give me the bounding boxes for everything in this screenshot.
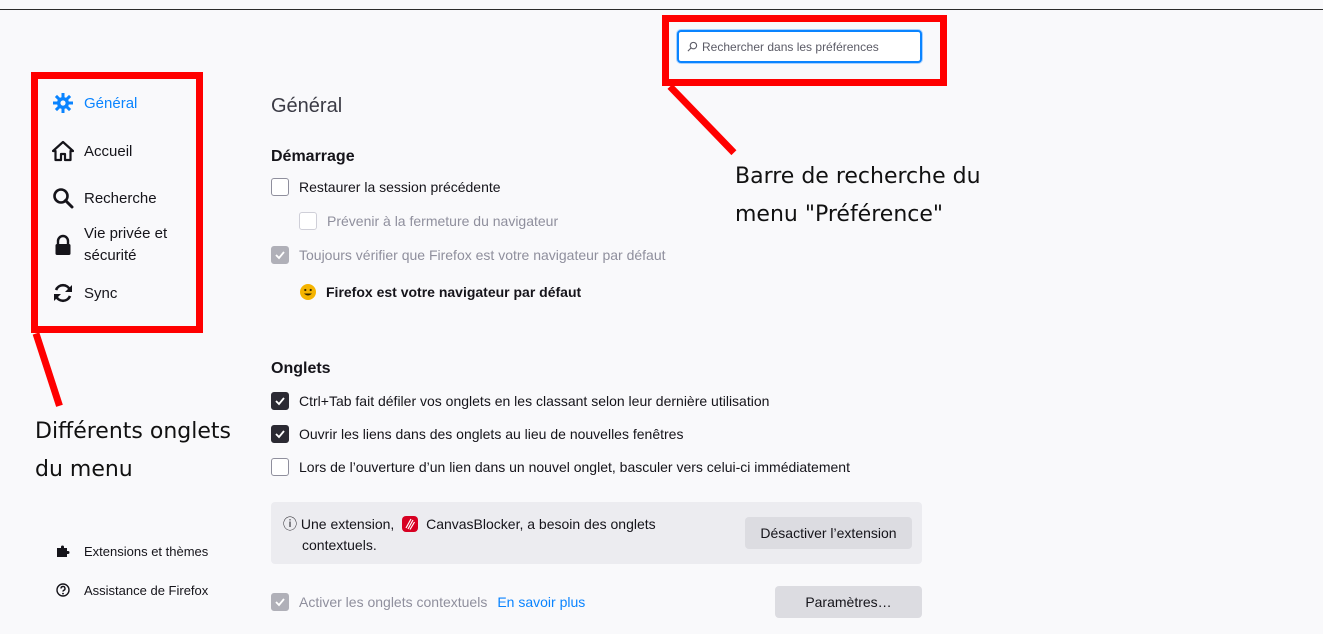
sidebar-item-sync[interactable]: Sync [52,282,117,304]
tabs-annotation-line-1: Différents onglets [35,419,231,444]
search-annotation-line-2: menu "Préférence" [735,202,944,227]
extension-notice-text: ⓘ Une extension, CanvasBlocker, a besoin… [283,514,703,556]
ctrl-tab-option[interactable]: Ctrl+Tab fait défiler vos onglets en les… [271,392,769,410]
search-annotation-box [662,15,947,86]
default-browser-status: Firefox est votre navigateur par défaut [299,283,581,301]
sidebar-footer-label: Assistance de Firefox [84,582,209,598]
container-tabs-checkbox[interactable] [271,593,289,611]
tabs-annotation-text: Différents onglets du menu [35,413,231,489]
notice-suffix: contextuels. [302,537,377,553]
warn-on-close-option[interactable]: Prévenir à la fermeture du navigateur [299,212,558,230]
switch-to-new-tab-checkbox[interactable] [271,458,289,476]
option-label: Ctrl+Tab fait défiler vos onglets en les… [299,393,770,409]
search-annotation-text: Barre de recherche du menu "Préférence" [735,158,981,234]
check-default-checkbox[interactable] [271,246,289,264]
sidebar-item-label-line-2: sécurité [84,247,137,264]
sidebar-firefox-support[interactable]: Assistance de Firefox [55,582,208,598]
learn-more-link[interactable]: En savoir plus [497,594,585,610]
sidebar-extensions-themes[interactable]: Extensions et thèmes [55,543,208,559]
option-label: Prévenir à la fermeture du navigateur [327,213,559,229]
lock-icon [52,234,74,256]
sidebar-item-privacy[interactable]: Vie privée et sécurité [52,223,167,267]
sidebar-item-general[interactable]: Général [52,92,137,114]
default-status-text: Firefox est votre navigateur par défaut [326,284,582,300]
option-label: Ouvrir les liens dans des onglets au lie… [299,426,684,442]
tabs-annotation-pointer [32,332,63,407]
option-label: Lors de l’ouverture d’un lien dans un no… [299,459,850,475]
check-default-option[interactable]: Toujours vérifier que Firefox est votre … [271,246,666,264]
option-label: Toujours vérifier que Firefox est votre … [299,247,666,263]
sidebar-item-label-line-1: Vie privée et [84,225,168,242]
restore-session-option[interactable]: Restaurer la session précédente [271,178,501,196]
notice-prefix: ⓘ Une extension, [283,516,395,532]
page-title: Général [271,95,343,117]
open-links-option[interactable]: Ouvrir les liens dans des onglets au lie… [271,425,683,443]
container-tabs-option[interactable]: Activer les onglets contextuels En savoi… [271,593,585,611]
switch-to-new-tab-option[interactable]: Lors de l’ouverture d’un lien dans un no… [271,458,850,476]
sidebar-item-home[interactable]: Accueil [52,140,132,162]
window-top-border [0,9,1323,10]
puzzle-icon [55,543,71,559]
sidebar-item-label: Accueil [84,142,133,160]
checkmark-icon [275,397,285,406]
ctrl-tab-checkbox[interactable] [271,392,289,410]
startup-section-title: Démarrage [271,148,355,165]
option-label: Activer les onglets contextuels [299,594,488,610]
gear-icon [52,92,74,114]
search-annotation-line-1: Barre de recherche du [735,164,981,189]
sidebar-item-label: Recherche [84,189,157,207]
checkmark-icon [275,430,285,439]
extension-notice: ⓘ Une extension, CanvasBlocker, a besoin… [271,502,922,564]
smiley-icon [299,283,317,301]
notice-extension-name: CanvasBlocker, a besoin des onglets [426,516,656,532]
checkmark-icon [275,251,285,260]
home-icon [52,140,74,162]
help-icon [55,582,71,598]
warn-on-close-checkbox[interactable] [299,212,317,230]
checkmark-icon [275,598,285,607]
restore-session-checkbox[interactable] [271,178,289,196]
sidebar-footer-label: Extensions et thèmes [84,543,209,559]
option-label: Restaurer la session précédente [299,179,501,195]
canvasblocker-icon [402,516,419,532]
search-annotation-pointer [667,84,737,156]
tabs-section-title: Onglets [271,360,331,377]
open-links-checkbox[interactable] [271,425,289,443]
disable-extension-button[interactable]: Désactiver l’extension [745,517,912,549]
sidebar-item-search[interactable]: Recherche [52,187,157,209]
sidebar-item-label: Général [84,94,138,112]
container-settings-button[interactable]: Paramètres… [775,586,922,618]
tabs-annotation-line-2: du menu [35,457,133,482]
search-icon [52,187,74,209]
sync-icon [52,282,74,304]
sidebar-item-label: Sync [84,284,118,302]
